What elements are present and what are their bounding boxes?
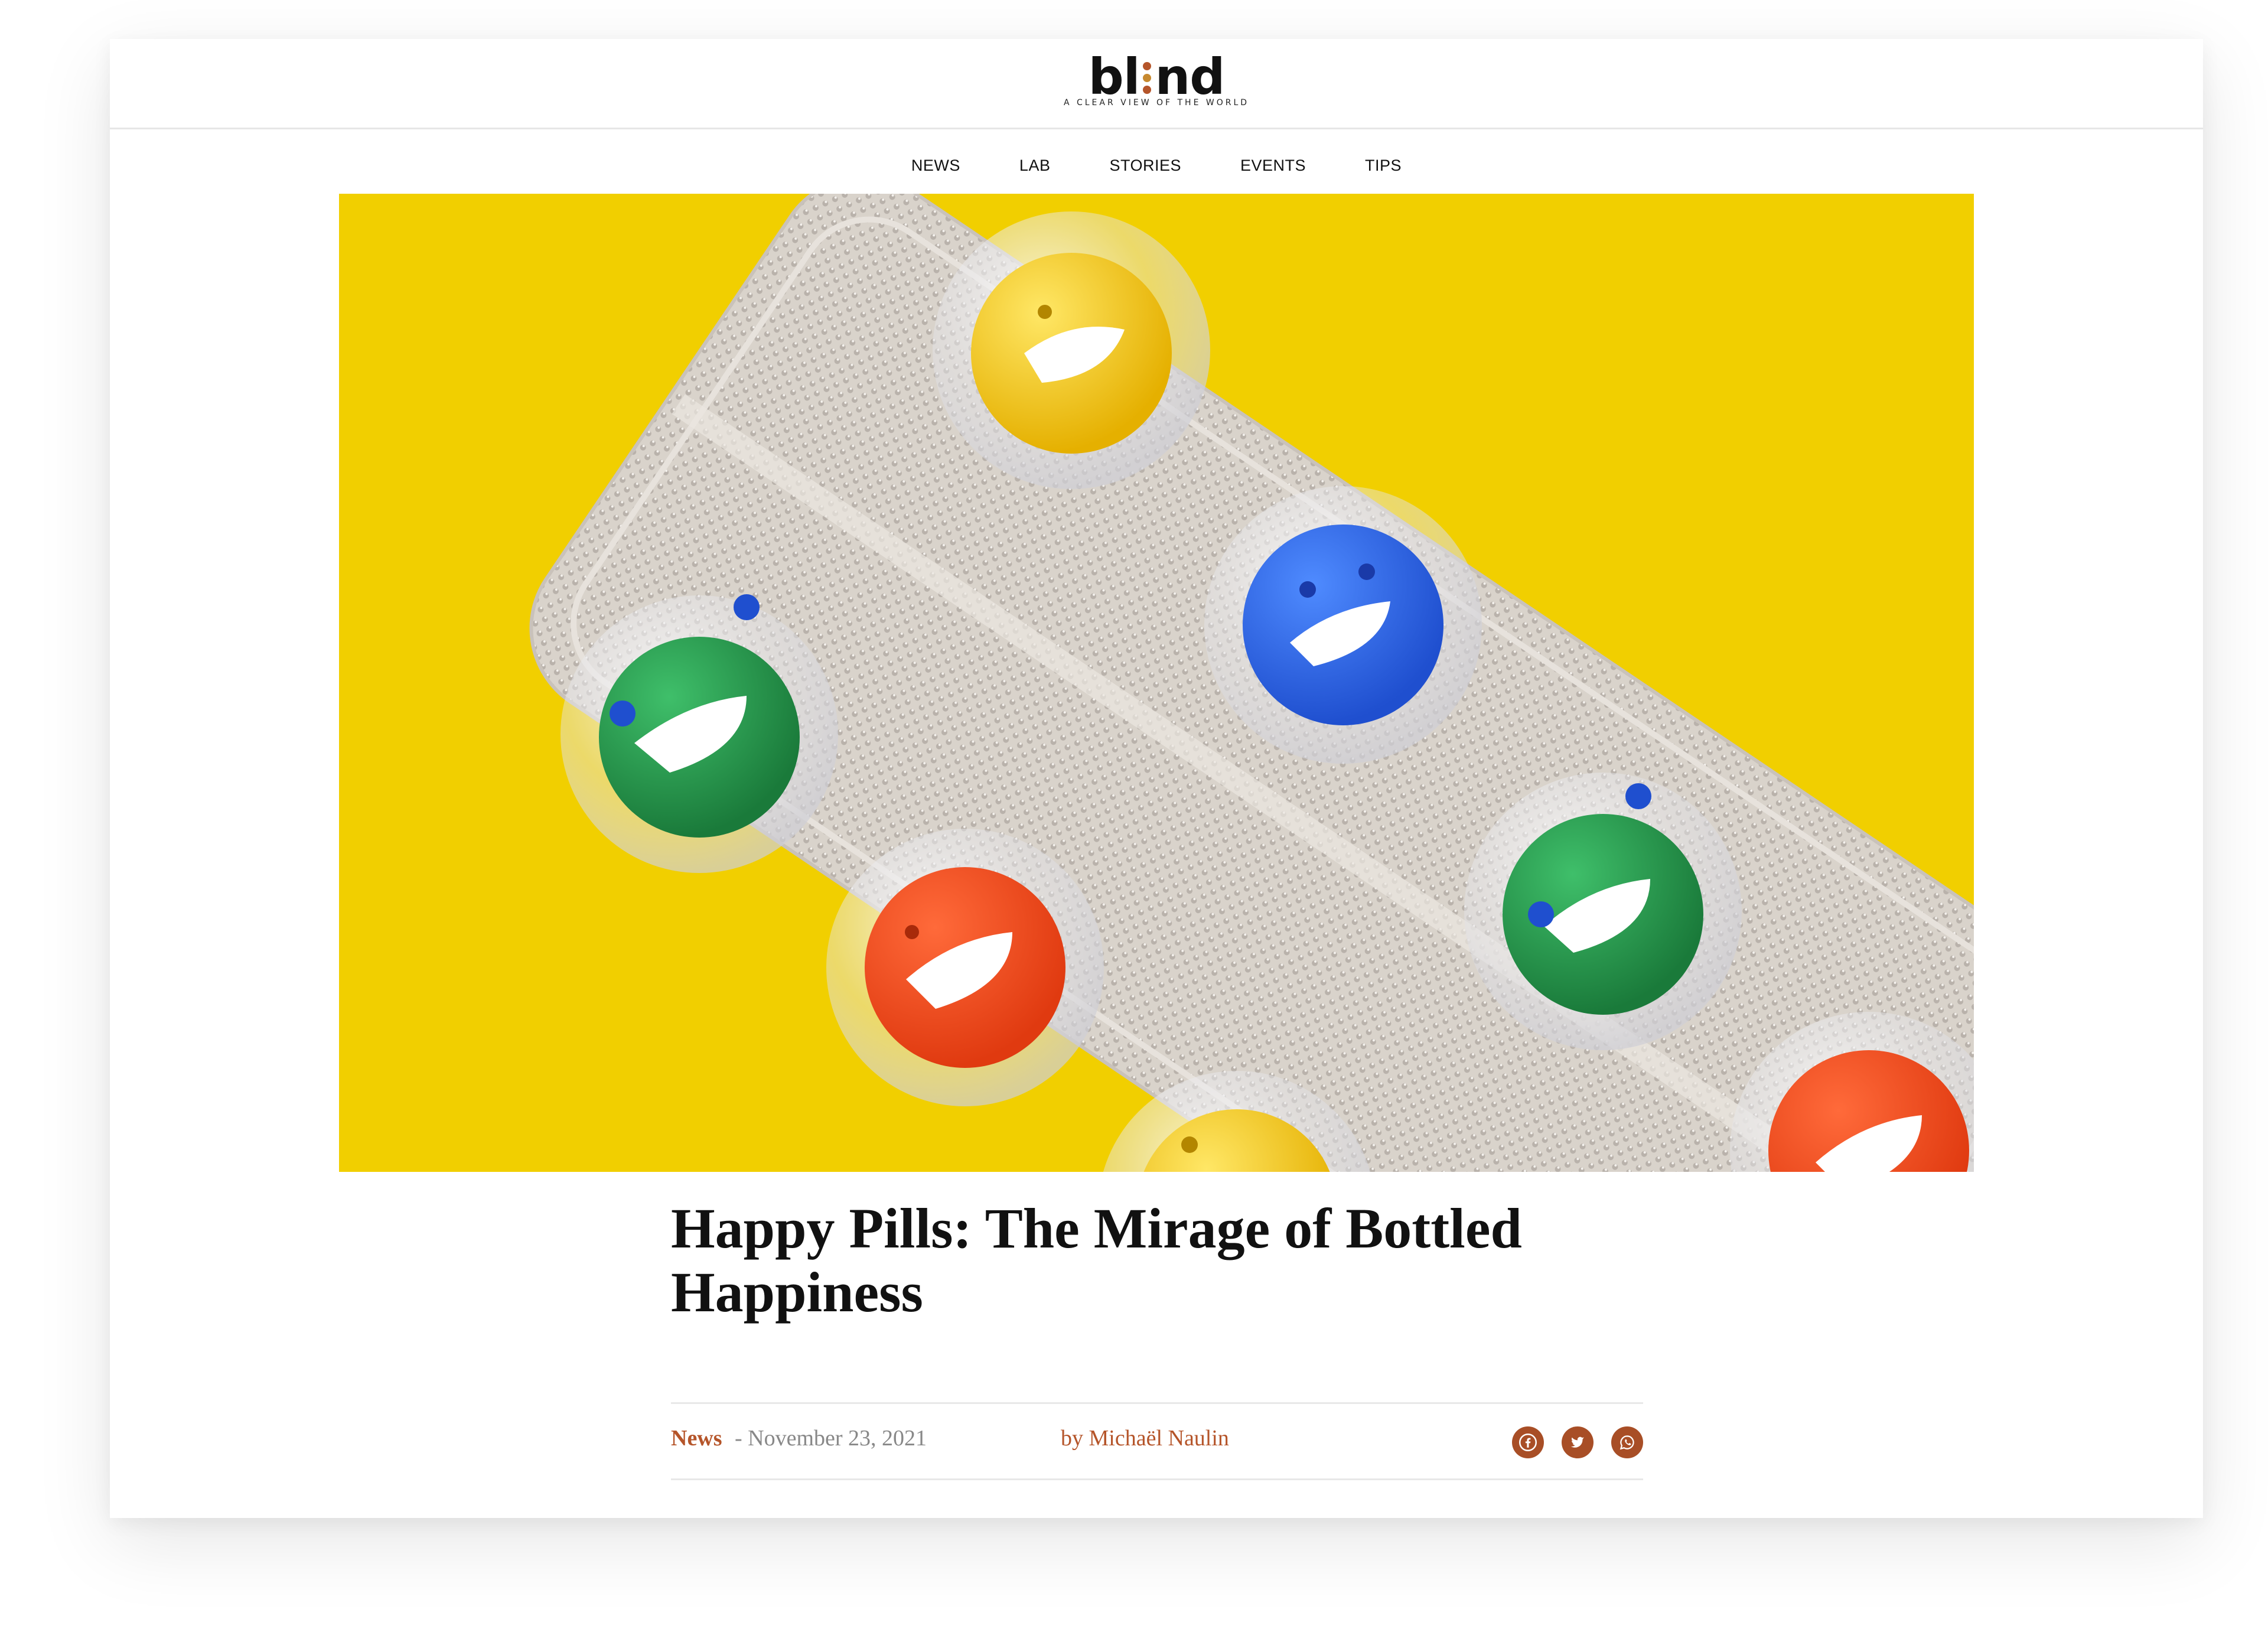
nav-item-tips[interactable]: TIPS xyxy=(1335,148,1431,183)
publish-date: - November 23, 2021 xyxy=(735,1425,927,1451)
date-text: November 23, 2021 xyxy=(748,1426,927,1451)
twitter-icon xyxy=(1570,1436,1585,1448)
author-link[interactable]: by Michaël Naulin xyxy=(1061,1425,1229,1451)
pill-green-left xyxy=(561,594,838,873)
share-twitter-button[interactable] xyxy=(1562,1426,1594,1458)
main-nav: NEWS LAB STORIES EVENTS TIPS xyxy=(110,148,2203,183)
nav-item-lab[interactable]: LAB xyxy=(990,148,1080,183)
pill-blue xyxy=(1204,486,1482,764)
blister-pack-illustration xyxy=(339,194,1974,1172)
logo-text-end: nd xyxy=(1155,48,1225,106)
date-separator: - xyxy=(735,1426,748,1451)
site-header: bl nd A CLEAR VIEW OF THE WORLD xyxy=(110,39,2203,129)
pill-yellow-top xyxy=(933,211,1210,489)
pill-green-right xyxy=(1464,773,1742,1050)
logo-dot-icon xyxy=(1143,60,1152,95)
share-whatsapp-button[interactable] xyxy=(1611,1426,1643,1458)
nav-item-events[interactable]: EVENTS xyxy=(1211,148,1335,183)
page-card: bl nd A CLEAR VIEW OF THE WORLD NEWS LAB … xyxy=(110,39,2203,1518)
category-link[interactable]: News xyxy=(671,1425,722,1451)
share-buttons xyxy=(1512,1426,1643,1458)
logo-text-start: bl xyxy=(1088,48,1140,106)
share-facebook-button[interactable] xyxy=(1512,1426,1544,1458)
site-tagline: A CLEAR VIEW OF THE WORLD xyxy=(1063,98,1250,108)
nav-item-news[interactable]: NEWS xyxy=(882,148,990,183)
pill-red-left xyxy=(826,829,1104,1106)
facebook-icon xyxy=(1519,1434,1537,1451)
article-meta-bar: News - November 23, 2021 by Michaël Naul… xyxy=(671,1402,1643,1480)
site-logo[interactable]: bl nd xyxy=(110,47,2203,106)
hero-image xyxy=(339,194,1974,1172)
whatsapp-icon xyxy=(1619,1435,1634,1450)
article-title: Happy Pills: The Mirage of Bottled Happi… xyxy=(671,1197,1522,1324)
nav-item-stories[interactable]: STORIES xyxy=(1080,148,1211,183)
